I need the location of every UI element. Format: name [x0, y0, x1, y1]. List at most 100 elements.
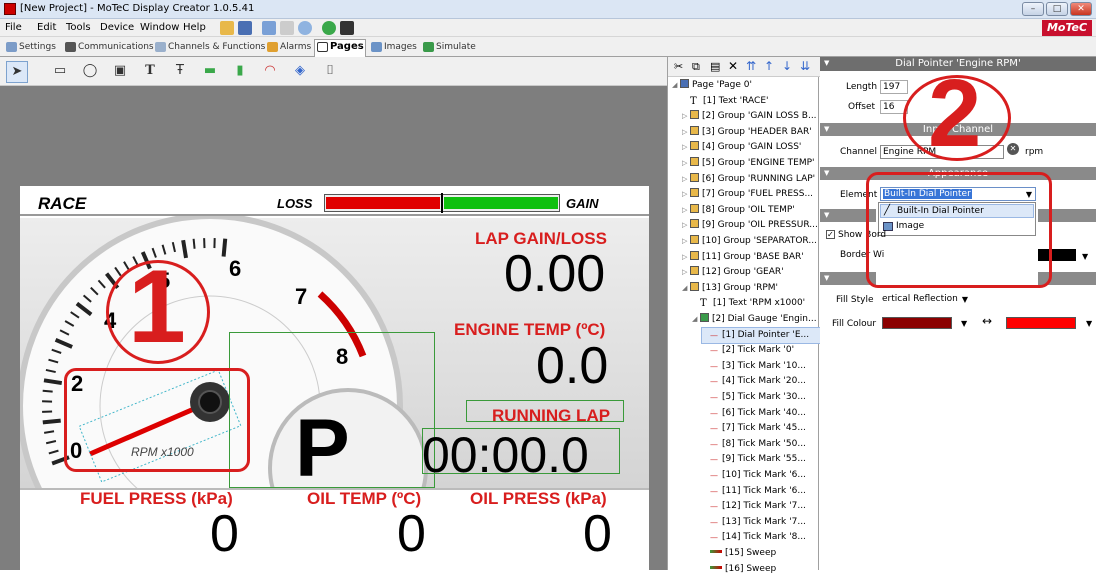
move-down-icon[interactable]: ↓ [782, 59, 792, 73]
marker-tool-icon[interactable]: ⌷ [322, 63, 338, 79]
tree-item[interactable]: ▷[12] Group 'GEAR' [682, 265, 784, 280]
ellipse-tool-icon[interactable]: ◯ [82, 63, 98, 79]
chevron-down-icon[interactable]: ▼ [1086, 319, 1092, 328]
save-icon[interactable] [238, 21, 252, 35]
copy-icon[interactable]: ⧉ [692, 60, 700, 74]
refresh-icon[interactable] [298, 21, 312, 35]
tree-item[interactable]: ▷[10] Group 'SEPARATOR... [682, 234, 817, 249]
value-text-tool-icon[interactable]: Ŧ [172, 63, 188, 79]
vertical-bar-tool-icon[interactable]: ▮ [232, 63, 248, 79]
tree-item[interactable]: ▷[2] Group 'GAIN LOSS B... [682, 109, 817, 124]
expand-icon[interactable]: ▷ [682, 250, 690, 265]
tab-communications[interactable]: Communications [63, 40, 154, 56]
tree-item[interactable]: —[11] Tick Mark '6... [702, 484, 806, 499]
indicator-tool-icon[interactable]: ◈ [292, 63, 308, 79]
tree-item[interactable]: —[13] Tick Mark '7... [702, 515, 806, 530]
menu-help[interactable]: Help [183, 22, 206, 33]
fill-style-select[interactable]: ertical Reflection▼ [880, 293, 972, 307]
minimize-button[interactable]: – [1022, 2, 1044, 16]
tab-images[interactable]: Images [369, 40, 417, 56]
display-icon[interactable] [340, 21, 354, 35]
bar-tool-icon[interactable]: ▬ [202, 63, 218, 79]
tree-item[interactable]: [16] Sweep [702, 562, 776, 577]
maximize-button[interactable]: □ [1046, 2, 1068, 16]
move-bottom-icon[interactable]: ⇊ [800, 59, 810, 73]
expand-icon[interactable]: ▷ [682, 109, 690, 124]
expand-icon[interactable]: ▷ [682, 234, 690, 249]
expand-icon[interactable]: ▷ [682, 203, 690, 218]
text-tool-icon[interactable]: T [142, 63, 158, 79]
chevron-down-icon[interactable]: ▼ [961, 319, 967, 328]
tree-item[interactable]: ◢Page 'Page 0' [672, 78, 752, 93]
tree-item[interactable]: —[12] Tick Mark '7... [702, 499, 806, 514]
tree-item[interactable]: —[6] Tick Mark '40... [702, 406, 806, 421]
move-up-icon[interactable]: ↑ [764, 59, 774, 73]
fill-colour-1-swatch[interactable] [882, 317, 952, 329]
tree-item[interactable]: —[7] Tick Mark '45... [702, 421, 806, 436]
tree-item[interactable]: ◢[13] Group 'RPM' [682, 281, 778, 296]
fill-colour-2-swatch[interactable] [1006, 317, 1076, 329]
tree-item[interactable]: —[2] Tick Mark '0' [702, 343, 794, 358]
tree-item[interactable]: ▷[6] Group 'RUNNING LAP' [682, 172, 815, 187]
image-tool-icon[interactable]: ▣ [112, 63, 128, 79]
tab-label: Communications [78, 42, 154, 52]
expand-icon[interactable]: ◢ [672, 78, 680, 93]
tree-item[interactable]: [15] Sweep [702, 546, 776, 561]
tree-item[interactable]: ▷[9] Group 'OIL PRESSUR... [682, 218, 818, 233]
move-top-icon[interactable]: ⇈ [746, 59, 756, 73]
expand-icon[interactable]: ▷ [682, 125, 690, 140]
menu-file[interactable]: File [5, 22, 22, 33]
tab-simulate[interactable]: Simulate [421, 40, 476, 56]
menu-edit[interactable]: Edit [37, 22, 56, 33]
menu-tools[interactable]: Tools [66, 22, 91, 33]
length-input[interactable]: 197 [880, 80, 908, 94]
delete-icon[interactable]: ✕ [728, 59, 738, 73]
tab-channels-functions[interactable]: Channels & Functions [153, 40, 265, 56]
tree-item[interactable]: ▷[11] Group 'BASE BAR' [682, 250, 804, 265]
expand-icon[interactable]: ▷ [682, 265, 690, 280]
show-border-checkbox[interactable]: ✓ [826, 230, 835, 239]
expand-icon[interactable]: ▷ [682, 140, 690, 155]
chevron-down-icon[interactable]: ▼ [1082, 252, 1088, 261]
rectangle-tool-icon[interactable]: ▭ [52, 63, 68, 79]
tab-alarms[interactable]: Alarms [265, 40, 311, 56]
check-icon[interactable] [322, 21, 336, 35]
expand-icon[interactable]: ▷ [682, 172, 690, 187]
tree-item[interactable]: ▷[7] Group 'FUEL PRESS... [682, 187, 813, 202]
paste-icon[interactable]: ▤ [710, 60, 720, 73]
undo-icon[interactable] [262, 21, 276, 35]
tree-item[interactable]: ▷[8] Group 'OIL TEMP' [682, 203, 795, 218]
menu-device[interactable]: Device [100, 22, 134, 33]
swap-colours-icon[interactable]: ↔ [982, 314, 992, 328]
tree-item[interactable]: —[5] Tick Mark '30... [702, 390, 806, 405]
tree-item[interactable]: ▷[5] Group 'ENGINE TEMP' [682, 156, 815, 171]
menu-window[interactable]: Window [140, 22, 179, 33]
expand-icon[interactable]: ◢ [682, 281, 690, 296]
dial-tool-icon[interactable]: ◠ [262, 63, 278, 79]
tree-item[interactable]: T[1] Text 'RACE' [682, 94, 768, 109]
tree-item[interactable]: —[4] Tick Mark '20... [702, 374, 806, 389]
tree-item[interactable]: T[1] Text 'RPM x1000' [692, 296, 805, 311]
close-button[interactable]: ✕ [1070, 2, 1092, 16]
tab-pages[interactable]: Pages [314, 39, 366, 57]
tree-item[interactable]: —[1] Dial Pointer 'E... [702, 328, 820, 343]
tab-settings[interactable]: Settings [4, 40, 56, 56]
expand-icon[interactable]: ▷ [682, 218, 690, 233]
tree-item[interactable]: —[10] Tick Mark '6... [702, 468, 806, 483]
expand-icon[interactable]: ▷ [682, 156, 690, 171]
expand-icon[interactable]: ◢ [692, 312, 700, 327]
pointer-tool-icon[interactable]: ➤ [6, 61, 28, 83]
open-icon[interactable] [220, 21, 234, 35]
clear-channel-icon[interactable]: ✕ [1007, 143, 1019, 155]
cut-icon[interactable]: ✂ [674, 60, 683, 73]
tree-item[interactable]: —[3] Tick Mark '10... [702, 359, 806, 374]
tree-item[interactable]: ▷[4] Group 'GAIN LOSS' [682, 140, 801, 155]
tree-item[interactable]: ▷[3] Group 'HEADER BAR' [682, 125, 812, 140]
tree-item[interactable]: —[14] Tick Mark '8... [702, 530, 806, 545]
tree-item[interactable]: —[9] Tick Mark '55... [702, 452, 806, 467]
expand-icon[interactable]: ▷ [682, 187, 690, 202]
tree-item[interactable]: —[8] Tick Mark '50... [702, 437, 806, 452]
tree-item-label: [1] Text 'RPM x1000' [713, 298, 805, 308]
redo-icon[interactable] [280, 21, 294, 35]
tree-item[interactable]: ◢[2] Dial Gauge 'Engin... [692, 312, 817, 327]
